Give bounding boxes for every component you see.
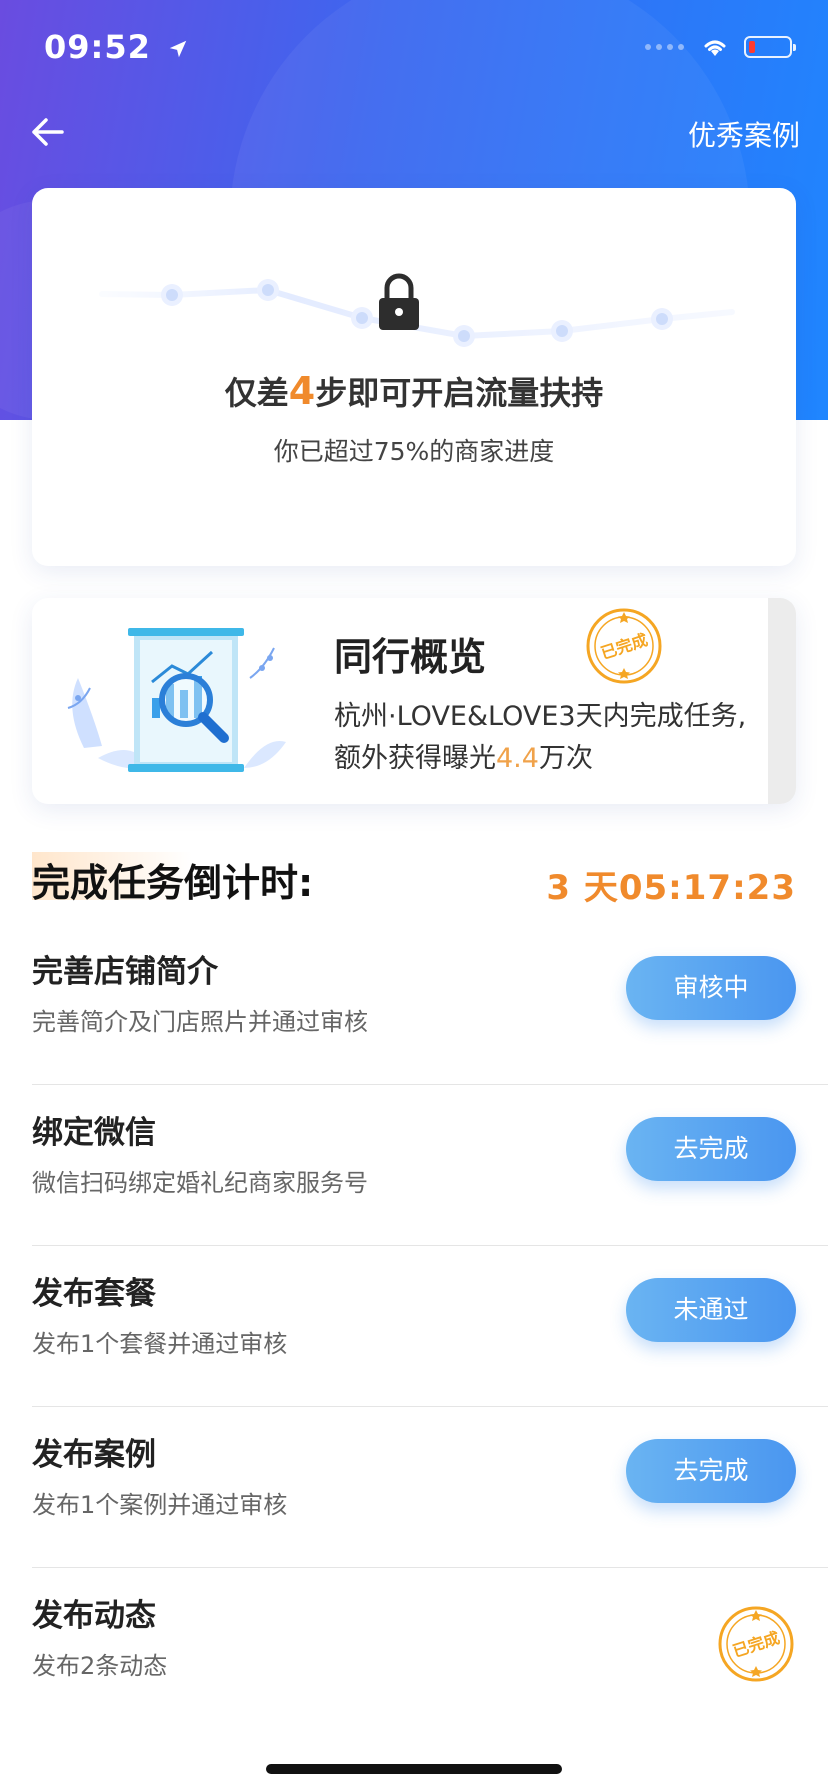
under-review-button[interactable]: 审核中 <box>626 956 796 1020</box>
task-item-store-intro: 完善店铺简介 完善简介及门店照片并通过审核 审核中 <box>32 924 828 1085</box>
task-item-publish-post: 发布动态 发布2条动态 已完成 <box>32 1568 828 1728</box>
task-item-publish-package: 发布套餐 发布1个套餐并通过审核 未通过 <box>32 1246 828 1407</box>
chart-magnifier-illustration <box>67 628 286 772</box>
status-bar: 09:52 <box>0 0 828 100</box>
progress-card: 仅差4步即可开启流量扶持 你已超过75%的商家进度 <box>32 188 796 566</box>
task-description: 发布1个套餐并通过审核 <box>32 1330 288 1358</box>
next-card-edge <box>768 598 796 804</box>
go-complete-button[interactable]: 去完成 <box>626 1439 796 1503</box>
peer-overview-line1: 杭州·LOVE&LOVE3天内完成任务, <box>334 701 747 732</box>
progress-title-prefix: 仅差 <box>224 374 289 412</box>
status-time: 09:52 <box>44 28 189 66</box>
peer-overview-line2: 额外获得曝光4.4万次 <box>334 736 593 775</box>
task-item-bind-wechat: 绑定微信 微信扫码绑定婚礼纪商家服务号 去完成 <box>32 1085 828 1246</box>
stamp-text: 已完成 <box>598 630 650 663</box>
peer-overview-title: 同行概览 <box>334 635 487 679</box>
exposure-prefix: 额外获得曝光 <box>334 743 496 774</box>
task-description: 发布2条动态 <box>32 1652 168 1680</box>
battery-icon <box>744 36 796 58</box>
exposure-suffix: 万次 <box>538 743 593 774</box>
progress-title-suffix: 步即可开启流量扶持 <box>315 374 604 412</box>
progress-subtitle: 你已超过75%的商家进度 <box>273 437 555 466</box>
task-item-publish-case: 发布案例 发布1个案例并通过审核 去完成 <box>32 1407 828 1568</box>
location-arrow-icon <box>169 40 187 58</box>
lock-icon <box>379 273 419 330</box>
peer-overview-card[interactable]: 同行概览 杭州·LOVE&LOVE3天内完成任务, 额外获得曝光4.4万次 已完… <box>32 598 796 804</box>
go-complete-button[interactable]: 去完成 <box>626 1117 796 1181</box>
back-arrow-icon <box>32 118 64 146</box>
progress-title: 仅差4步即可开启流量扶持 <box>32 368 796 414</box>
countdown-timer: 3 天05:17:23 <box>546 868 796 908</box>
countdown-label: 完成任务倒计时: <box>32 861 314 905</box>
status-time-text: 09:52 <box>44 28 151 66</box>
task-title: 发布套餐 <box>32 1276 156 1312</box>
signal-icon <box>645 44 684 50</box>
task-countdown: 完成任务倒计时: 3 天05:17:23 <box>32 852 796 908</box>
task-title: 完善店铺简介 <box>32 954 218 990</box>
task-description: 微信扫码绑定婚礼纪商家服务号 <box>32 1169 368 1197</box>
task-title: 发布动态 <box>32 1598 156 1634</box>
completed-stamp-icon: 已完成 <box>586 608 662 684</box>
not-approved-button[interactable]: 未通过 <box>626 1278 796 1342</box>
completed-stamp-icon: 已完成 <box>718 1606 794 1682</box>
excellent-cases-link[interactable]: 优秀案例 <box>688 114 800 154</box>
task-description: 完善简介及门店照片并通过审核 <box>32 1008 368 1036</box>
status-indicators <box>645 36 796 58</box>
back-button[interactable] <box>28 112 72 152</box>
task-title: 发布案例 <box>32 1437 156 1473</box>
task-list: 完善店铺简介 完善简介及门店照片并通过审核 审核中 绑定微信 微信扫码绑定婚礼纪… <box>32 924 828 1728</box>
wifi-icon <box>704 40 726 56</box>
task-title: 绑定微信 <box>32 1115 156 1151</box>
exposure-value: 4.4 <box>496 743 539 774</box>
home-indicator[interactable] <box>266 1764 562 1774</box>
task-description: 发布1个案例并通过审核 <box>32 1491 288 1519</box>
steps-remaining-count: 4 <box>288 369 316 413</box>
stamp-text: 已完成 <box>730 1628 782 1661</box>
progress-track-graphic <box>99 273 735 347</box>
navigation-bar: 优秀案例 <box>0 100 828 164</box>
